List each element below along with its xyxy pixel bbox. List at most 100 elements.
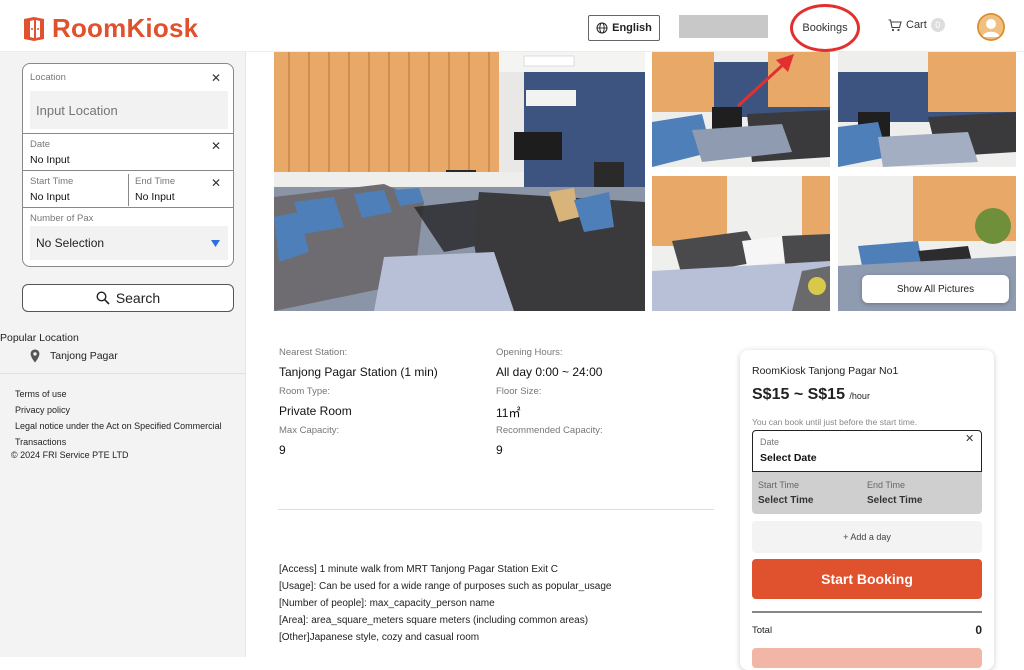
main-room-photo[interactable] — [274, 52, 645, 311]
end-time-label: End Time — [135, 176, 176, 187]
booking-end-time-value: Select Time — [867, 495, 923, 506]
booking-end-time-field[interactable]: End Time Select Time — [862, 472, 982, 514]
user-icon — [977, 13, 1005, 41]
location-input[interactable] — [30, 91, 228, 129]
logo-icon — [24, 16, 44, 41]
booking-note: You can book until just before the start… — [752, 417, 918, 427]
dropdown-triangle-icon — [211, 239, 220, 247]
max-capacity-value: 9 — [279, 443, 286, 457]
booking-start-time-label: Start Time — [758, 480, 800, 490]
legal-notice-link-cont[interactable]: Transactions — [15, 434, 222, 450]
description-line: [Access] 1 minute walk from MRT Tanjong … — [279, 564, 559, 575]
booking-card: RoomKiosk Tanjong Pagar No1 S$15 ~ S$15 … — [740, 350, 994, 670]
terms-link[interactable]: Terms of use — [15, 386, 222, 402]
floor-size-label: Floor Size: — [496, 386, 542, 397]
user-avatar[interactable] — [977, 13, 1005, 41]
pax-value: No Selection — [36, 236, 105, 250]
start-time-label: Start Time — [30, 176, 74, 187]
globe-icon — [596, 22, 608, 34]
popular-location-item[interactable]: Tanjong Pagar — [30, 349, 118, 363]
room-type-value: Private Room — [279, 404, 352, 418]
booking-date-label: Date — [760, 437, 780, 447]
legal-notice-link[interactable]: Legal notice under the Act on Specified … — [15, 418, 222, 434]
recommended-capacity-label: Recommended Capacity: — [496, 425, 603, 436]
opening-hours-value: All day 0:00 ~ 24:00 — [496, 365, 603, 379]
privacy-link[interactable]: Privacy policy — [15, 402, 222, 418]
gallery-photo-4[interactable] — [652, 176, 830, 311]
clear-booking-date-icon[interactable]: ✕ — [965, 432, 974, 445]
show-all-pictures-button[interactable]: Show All Pictures — [862, 275, 1009, 303]
top-header: RoomKiosk English Bookings Cart 0 — [0, 0, 1024, 52]
booking-date-value: Select Date — [760, 452, 817, 464]
clear-date-icon[interactable]: ✕ — [211, 139, 221, 153]
search-sidebar: Location ✕ Date No Input ✕ Start Time No… — [0, 52, 246, 657]
divider — [23, 207, 233, 208]
room-type-label: Room Type: — [279, 386, 331, 397]
pax-label: Number of Pax — [30, 213, 94, 224]
divider — [23, 133, 233, 134]
price: S$15 ~ S$15 /hour — [752, 386, 870, 404]
booking-end-time-label: End Time — [867, 480, 906, 490]
nearest-station-value: Tanjong Pagar Station (1 min) — [279, 365, 438, 379]
booking-start-time-field[interactable]: Start Time Select Time — [752, 472, 862, 514]
add-day-button[interactable]: + Add a day — [752, 521, 982, 553]
redacted-box — [679, 15, 768, 38]
opening-hours-label: Opening Hours: — [496, 347, 563, 358]
bookings-link[interactable]: Bookings — [790, 6, 860, 50]
floor-size-value: 11㎡ — [496, 406, 521, 420]
recommended-capacity-value: 9 — [496, 443, 503, 457]
room-photo-image — [838, 52, 1016, 167]
booking-date-field[interactable]: Date Select Date ✕ — [752, 430, 982, 472]
search-button[interactable]: Search — [22, 284, 234, 312]
divider — [278, 509, 714, 510]
end-time-field[interactable]: No Input — [135, 191, 175, 203]
booking-start-time-value: Select Time — [758, 495, 814, 506]
total-value: 0 — [975, 623, 982, 637]
divider — [752, 611, 982, 613]
start-booking-button[interactable]: Start Booking — [752, 559, 982, 599]
description-line: [Number of people]: max_capacity_person … — [279, 598, 495, 609]
nearest-station-label: Nearest Station: — [279, 347, 348, 358]
search-button-label: Search — [115, 290, 161, 306]
search-icon — [96, 291, 110, 305]
language-button[interactable]: English — [588, 15, 660, 41]
clear-location-icon[interactable]: ✕ — [211, 71, 221, 85]
room-name: RoomKiosk Tanjong Pagar No1 — [752, 365, 899, 377]
footer-links: Terms of use Privacy policy Legal notice… — [15, 386, 222, 450]
date-label: Date — [30, 139, 51, 150]
date-field[interactable]: No Input — [30, 154, 70, 166]
popular-location-label: Tanjong Pagar — [50, 350, 118, 362]
brand-logo[interactable]: RoomKiosk — [22, 13, 198, 44]
description-line: [Area]: area_square_meters square meters… — [279, 615, 589, 626]
total-label: Total — [752, 625, 773, 636]
price-value: S$15 ~ S$15 — [752, 386, 845, 403]
copyright: © 2024 FRI Service PTE LTD — [11, 450, 129, 460]
start-time-field[interactable]: No Input — [30, 191, 70, 203]
pax-select[interactable]: No Selection — [30, 226, 228, 260]
annotation-arrow-icon — [736, 54, 794, 108]
divider — [23, 170, 233, 171]
booking-time-fields: Start Time Select Time End Time Select T… — [752, 472, 982, 514]
gallery-photo-3[interactable] — [838, 52, 1016, 167]
room-photo-image — [274, 52, 645, 311]
cart-label: Cart — [906, 19, 927, 31]
description-line: [Other]Japanese style, cozy and casual r… — [279, 632, 480, 643]
brand-name: RoomKiosk — [52, 13, 199, 43]
max-capacity-label: Max Capacity: — [279, 425, 340, 436]
price-unit: /hour — [849, 391, 870, 401]
divider — [128, 174, 129, 206]
divider — [0, 373, 246, 374]
room-description: [Access] 1 minute walk from MRT Tanjong … — [279, 561, 611, 646]
clear-time-icon[interactable]: ✕ — [211, 176, 221, 190]
room-photo-image — [652, 176, 830, 311]
location-pin-icon — [30, 349, 40, 363]
cart-icon — [888, 18, 902, 31]
location-label: Location — [30, 72, 66, 83]
language-label: English — [612, 22, 652, 34]
popular-location-title: Popular Location — [0, 332, 79, 344]
cart-button[interactable]: Cart 0 — [888, 18, 945, 32]
cart-count-badge: 0 — [930, 18, 945, 32]
search-form: Location ✕ Date No Input ✕ Start Time No… — [22, 63, 234, 267]
next-button[interactable] — [752, 648, 982, 668]
description-line: [Usage]: Can be used for a wide range of… — [279, 581, 612, 592]
